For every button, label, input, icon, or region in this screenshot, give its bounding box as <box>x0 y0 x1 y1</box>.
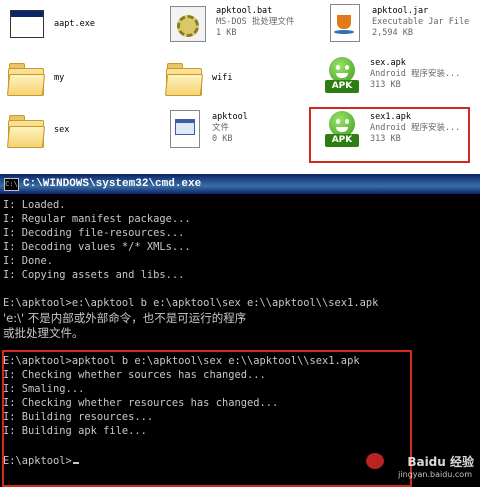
folder-name: my <box>54 73 65 83</box>
console-line: I: Decoding file-resources... <box>3 227 185 239</box>
cmd-window-icon: C:\ <box>4 178 19 191</box>
folder-icon <box>6 58 46 98</box>
file-item-aapt-exe[interactable]: aapt.exe <box>6 4 156 46</box>
file-size: 1 KB <box>216 28 237 38</box>
cmd-window[interactable]: C:\ C:\WINDOWS\system32\cmd.exe I: Loade… <box>0 174 480 487</box>
file-item-apktool[interactable]: apktool 文件 0 KB <box>164 110 314 152</box>
folder-name: sex <box>54 125 70 135</box>
explorer-file-view: aapt.exe apktool.bat MS-DOS 批处理文件 1 KB a… <box>0 0 480 171</box>
android-apk-icon: APK <box>322 56 362 96</box>
file-size: 2,594 KB <box>372 28 413 38</box>
folder-item-wifi[interactable]: wifi <box>164 58 314 100</box>
file-type: Executable Jar File <box>372 17 470 27</box>
watermark-brand: Baidu 经验 <box>407 455 474 469</box>
folder-item-sex[interactable]: sex <box>6 110 156 152</box>
console-line: 'e:\' 不是内部或外部命令，也不是可运行的程序 <box>3 311 247 325</box>
console-line: 或批处理文件。 <box>3 326 84 340</box>
file-item-sex-apk[interactable]: APK sex.apk Android 程序安装... 313 KB <box>322 56 476 98</box>
folder-icon <box>164 58 204 98</box>
console-line: I: Decoding values */* XMLs... <box>3 241 191 253</box>
java-jar-icon <box>324 4 364 44</box>
file-name: aapt.exe <box>54 19 95 29</box>
folder-item-my[interactable]: my <box>6 58 156 100</box>
console-line: I: Loaded. <box>3 199 66 211</box>
folder-icon <box>6 110 46 150</box>
file-name: apktool.bat <box>216 6 273 16</box>
file-item-apktool-bat[interactable]: apktool.bat MS-DOS 批处理文件 1 KB <box>168 4 318 46</box>
file-type: MS-DOS 批处理文件 <box>216 17 295 27</box>
exe-window-icon <box>6 4 46 44</box>
cmd-window-title: C:\WINDOWS\system32\cmd.exe <box>23 178 202 190</box>
file-size: 313 KB <box>370 80 401 90</box>
generic-file-icon <box>164 110 204 150</box>
baidu-paw-icon <box>366 453 384 469</box>
cmd-title-bar[interactable]: C:\ C:\WINDOWS\system32\cmd.exe <box>0 174 480 194</box>
console-line: I: Regular manifest package... <box>3 213 191 225</box>
file-size: 0 KB <box>212 134 233 144</box>
file-item-apktool-jar[interactable]: apktool.jar Executable Jar File 2,594 KB <box>324 4 476 46</box>
console-line: E:\apktool>e:\apktool b e:\apktool\sex e… <box>3 297 379 309</box>
file-name: apktool.jar <box>372 6 429 16</box>
console-line: I: Done. <box>3 255 54 267</box>
highlight-box-sex1-apk <box>309 107 470 163</box>
highlight-box-build-output <box>2 350 412 487</box>
file-name: sex.apk <box>370 58 406 68</box>
console-line: I: Copying assets and libs... <box>3 269 185 281</box>
file-type: Android 程序安装... <box>370 69 461 79</box>
baidu-jingyan-watermark: Baidu 经验 jingyan.baidu.com <box>366 453 474 483</box>
folder-name: wifi <box>212 73 233 83</box>
gear-bat-icon <box>168 4 208 44</box>
file-type: 文件 <box>212 123 230 133</box>
file-name: apktool <box>212 112 248 122</box>
watermark-url: jingyan.baidu.com <box>398 470 472 479</box>
